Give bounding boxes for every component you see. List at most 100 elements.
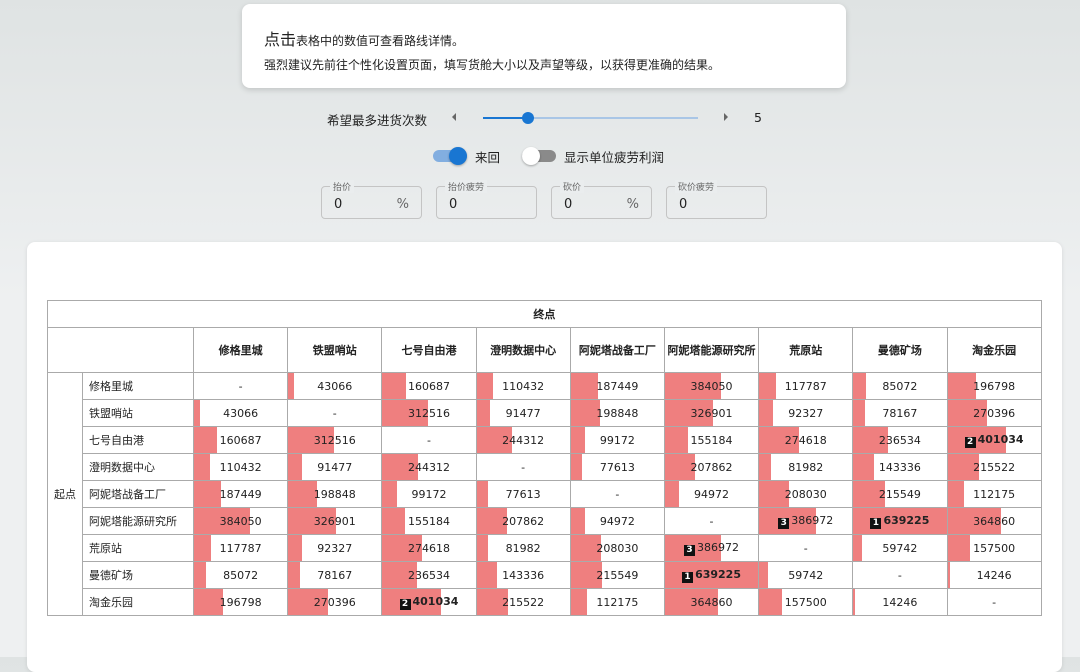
route-value-cell[interactable]: 14246 bbox=[852, 588, 948, 616]
route-value-cell[interactable]: 236534 bbox=[852, 426, 948, 454]
route-value-cell[interactable]: 1 639225 bbox=[852, 507, 948, 535]
route-value-cell[interactable]: 326901 bbox=[663, 399, 760, 427]
route-value-cell[interactable]: 155184 bbox=[663, 426, 760, 454]
markup-input[interactable]: 抬价 0% bbox=[321, 180, 422, 219]
route-value-cell[interactable]: 160687 bbox=[192, 426, 289, 454]
route-value-cell[interactable]: 312516 bbox=[287, 426, 383, 454]
route-value-cell[interactable]: 196798 bbox=[946, 372, 1042, 400]
route-value-cell[interactable]: 85072 bbox=[852, 372, 948, 400]
profit-bar bbox=[476, 400, 490, 426]
route-value-cell[interactable]: 187449 bbox=[192, 480, 289, 508]
route-value-cell[interactable]: 59742 bbox=[852, 534, 948, 562]
route-value-cell[interactable]: 160687 bbox=[381, 372, 477, 400]
route-value-cell[interactable]: 187449 bbox=[569, 372, 665, 400]
route-value-cell[interactable]: 312516 bbox=[381, 399, 477, 427]
route-value-cell[interactable]: 78167 bbox=[287, 561, 383, 589]
route-value: 384050 bbox=[690, 379, 733, 393]
route-value-cell[interactable]: 117787 bbox=[758, 372, 854, 400]
route-value-cell[interactable]: 43066 bbox=[192, 399, 289, 427]
route-value-cell[interactable]: 43066 bbox=[287, 372, 383, 400]
route-value-cell[interactable]: 270396 bbox=[946, 399, 1042, 427]
route-value-cell[interactable]: 244312 bbox=[381, 453, 477, 481]
route-value: 94972 bbox=[694, 487, 730, 501]
bargain-unit: % bbox=[626, 197, 639, 212]
route-value-cell[interactable]: 155184 bbox=[381, 507, 477, 535]
route-value-cell[interactable]: 143336 bbox=[475, 561, 571, 589]
table-row: 澄明数据中心 110432 91477 244312 - 77613 207862 81982… bbox=[48, 453, 1042, 481]
route-value-cell[interactable]: 14246 bbox=[946, 561, 1042, 589]
route-value-cell[interactable]: 112175 bbox=[946, 480, 1042, 508]
route-value-cell[interactable]: 77613 bbox=[475, 480, 571, 508]
markup-fatigue-input[interactable]: 抬价疲劳 0 bbox=[436, 180, 537, 219]
route-value-cell[interactable]: 364860 bbox=[663, 588, 760, 616]
route-value-cell[interactable]: 92327 bbox=[758, 399, 854, 427]
route-value-cell[interactable]: 207862 bbox=[475, 507, 571, 535]
unit-fatigue-profit-toggle[interactable]: 显示单位疲劳利润 bbox=[522, 146, 664, 166]
route-value-cell[interactable]: 198848 bbox=[287, 480, 383, 508]
route-value-cell[interactable]: 157500 bbox=[946, 534, 1042, 562]
route-value-cell[interactable]: 274618 bbox=[758, 426, 854, 454]
route-value-cell[interactable]: 3 386972 bbox=[663, 534, 760, 562]
route-value-cell[interactable]: 59742 bbox=[758, 561, 854, 589]
route-value-cell[interactable]: 196798 bbox=[192, 588, 289, 616]
route-value-cell[interactable]: 99172 bbox=[381, 480, 477, 508]
route-value-cell[interactable]: 208030 bbox=[758, 480, 854, 508]
restock-slider[interactable] bbox=[483, 112, 698, 124]
route-value-cell[interactable]: 94972 bbox=[663, 480, 760, 508]
route-value-cell[interactable]: 91477 bbox=[475, 399, 571, 427]
info-notice: 点击表格中的数值可查看路线详情。 强烈建议先前往个性化设置页面，填写货舱大小以及… bbox=[242, 4, 846, 88]
route-value-cell[interactable]: 198848 bbox=[569, 399, 665, 427]
route-value-cell[interactable]: 364860 bbox=[946, 507, 1042, 535]
route-value-cell[interactable]: 78167 bbox=[852, 399, 948, 427]
route-value-cell[interactable]: 384050 bbox=[663, 372, 760, 400]
route-value: 312516 bbox=[313, 433, 356, 447]
route-value-cell[interactable]: 3 386972 bbox=[758, 507, 854, 535]
route-value-cell[interactable]: 2 401034 bbox=[381, 588, 477, 616]
route-value-cell[interactable]: 244312 bbox=[475, 426, 571, 454]
route-value-cell[interactable]: 1 639225 bbox=[663, 561, 760, 589]
markup-value: 0 bbox=[334, 197, 343, 212]
destination-header: 终点 bbox=[47, 300, 1042, 328]
origin-row-header: 铁盟哨站 bbox=[82, 399, 194, 427]
route-value-cell[interactable]: 274618 bbox=[381, 534, 477, 562]
route-value-cell[interactable]: 99172 bbox=[569, 426, 665, 454]
route-value-cell[interactable]: 110432 bbox=[192, 453, 289, 481]
route-value-cell[interactable]: 110432 bbox=[475, 372, 571, 400]
route-value-cell[interactable]: 236534 bbox=[381, 561, 477, 589]
profit-bar bbox=[288, 562, 300, 588]
route-value-cell[interactable]: 207862 bbox=[663, 453, 760, 481]
route-value-cell[interactable]: 143336 bbox=[852, 453, 948, 481]
route-value-cell[interactable]: 326901 bbox=[287, 507, 383, 535]
route-value-cell[interactable]: 117787 bbox=[192, 534, 289, 562]
origin-row-header: 修格里城 bbox=[82, 372, 194, 400]
route-value: 198848 bbox=[596, 406, 639, 420]
route-value: 59742 bbox=[882, 541, 918, 555]
route-value-cell[interactable]: 92327 bbox=[287, 534, 383, 562]
route-value-cell[interactable]: 215549 bbox=[852, 480, 948, 508]
route-value: 386972 bbox=[697, 540, 740, 554]
bargain-fatigue-input[interactable]: 砍价疲劳 0 bbox=[666, 180, 767, 219]
route-value-cell[interactable]: 215549 bbox=[569, 561, 665, 589]
route-value-cell[interactable]: 384050 bbox=[192, 507, 289, 535]
route-value-cell[interactable]: 2 401034 bbox=[946, 426, 1042, 454]
dest-column-header: 阿妮塔战备工厂 bbox=[569, 327, 665, 373]
route-value-cell[interactable]: 270396 bbox=[287, 588, 383, 616]
route-value-cell[interactable]: 77613 bbox=[569, 453, 665, 481]
route-value-cell[interactable]: 208030 bbox=[569, 534, 665, 562]
route-value-cell[interactable]: 157500 bbox=[758, 588, 854, 616]
route-value-cell[interactable]: 91477 bbox=[287, 453, 383, 481]
increment-arrow-icon[interactable] bbox=[724, 113, 728, 121]
profit-bar bbox=[759, 400, 773, 426]
bargain-input[interactable]: 砍价 0% bbox=[551, 180, 652, 219]
round-trip-toggle[interactable]: 来回 bbox=[433, 146, 500, 166]
slider-thumb[interactable] bbox=[522, 112, 535, 124]
route-value-cell[interactable]: 81982 bbox=[758, 453, 854, 481]
route-value-cell[interactable]: 81982 bbox=[475, 534, 571, 562]
route-value-cell[interactable]: 85072 bbox=[192, 561, 289, 589]
route-value-cell[interactable]: 215522 bbox=[946, 453, 1042, 481]
route-value-cell[interactable]: 94972 bbox=[569, 507, 665, 535]
route-value-cell[interactable]: 215522 bbox=[475, 588, 571, 616]
decrement-arrow-icon[interactable] bbox=[452, 113, 456, 121]
route-value: 208030 bbox=[596, 541, 639, 555]
route-value-cell[interactable]: 112175 bbox=[569, 588, 665, 616]
